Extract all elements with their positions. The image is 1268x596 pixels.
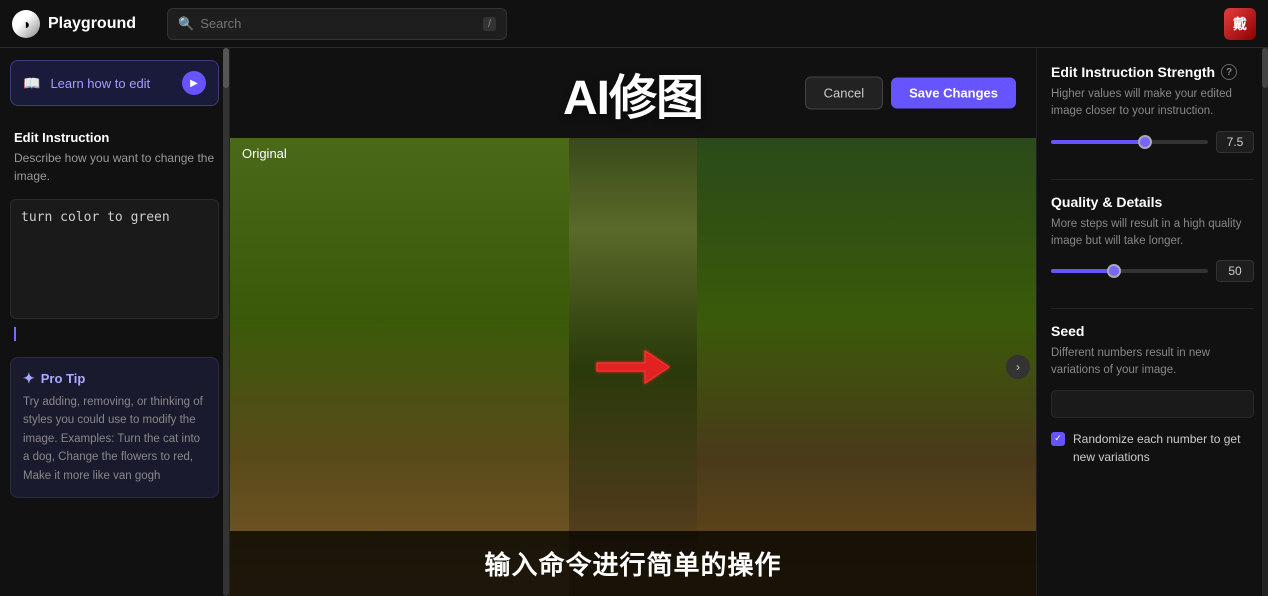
edit-instruction-section: Edit Instruction Describe how you want t…	[0, 118, 229, 191]
seed-title: Seed	[1051, 323, 1084, 339]
pro-tip-box: ✦ Pro Tip Try adding, removing, or think…	[10, 357, 219, 498]
edit-instruction-desc: Describe how you want to change the imag…	[14, 149, 215, 185]
left-scrollbar-thumb	[223, 48, 229, 88]
center-top-bar: AI修图 Cancel Save Changes	[230, 48, 1036, 138]
edit-strength-info-icon[interactable]: ?	[1221, 64, 1237, 80]
quality-title: Quality & Details	[1051, 194, 1162, 210]
right-scrollbar-thumb	[1262, 48, 1268, 88]
quality-slider-thumb[interactable]	[1107, 264, 1121, 278]
direction-arrow	[593, 337, 673, 397]
moto-right-bg	[697, 138, 1036, 596]
logo-area: ◑ Playground	[12, 10, 167, 38]
right-scrollbar-track	[1262, 48, 1268, 596]
cursor-indicator	[14, 327, 16, 341]
right-sidebar: Edit Instruction Strength ? Higher value…	[1036, 48, 1268, 596]
edit-strength-section: Edit Instruction Strength ? Higher value…	[1051, 64, 1254, 153]
edit-strength-title: Edit Instruction Strength	[1051, 64, 1215, 80]
pro-tip-text: Try adding, removing, or thinking of sty…	[23, 393, 206, 485]
edit-strength-slider-row: 7.5	[1051, 131, 1254, 153]
edit-strength-slider-fill	[1051, 140, 1145, 144]
nav-right: 戴	[1224, 8, 1256, 40]
left-scrollbar-track	[223, 48, 229, 596]
logo-text: Playground	[48, 15, 136, 33]
main-layout: 📖 Learn how to edit ▶ Edit Instruction D…	[0, 48, 1268, 596]
divider-1	[1051, 179, 1254, 180]
edit-instruction-title: Edit Instruction	[14, 130, 215, 145]
divider-2	[1051, 308, 1254, 309]
moto-left-bg	[230, 138, 569, 596]
search-slash: /	[483, 17, 496, 31]
seed-section: Seed Different numbers result in new var…	[1051, 323, 1254, 466]
edit-strength-value: 7.5	[1216, 131, 1254, 153]
seed-header: Seed	[1051, 323, 1254, 339]
quality-section: Quality & Details More steps will result…	[1051, 194, 1254, 283]
frog-left	[230, 138, 569, 596]
seed-desc: Different numbers result in new variatio…	[1051, 345, 1254, 380]
image-canvas: 输入命令进行简单的操作 ›	[230, 138, 1036, 596]
arrow-container	[569, 138, 698, 596]
edit-strength-header: Edit Instruction Strength ?	[1051, 64, 1254, 80]
randomize-checkbox[interactable]: ✓	[1051, 432, 1065, 446]
edit-instruction-textarea[interactable]: turn color to green	[10, 199, 219, 319]
action-buttons: Cancel Save Changes	[805, 77, 1016, 110]
cancel-button[interactable]: Cancel	[805, 77, 883, 110]
search-input[interactable]	[200, 16, 477, 31]
left-sidebar: 📖 Learn how to edit ▶ Edit Instruction D…	[0, 48, 230, 596]
edit-strength-slider-track[interactable]	[1051, 140, 1208, 144]
sparkle-icon: ✦	[23, 370, 35, 387]
frog-right	[697, 138, 1036, 596]
book-icon: 📖	[23, 75, 40, 92]
topnav: ◑ Playground 🔍 / 戴	[0, 0, 1268, 48]
seed-input[interactable]	[1051, 390, 1254, 418]
learn-btn-label: Learn how to edit	[50, 76, 150, 91]
avatar: 戴	[1224, 8, 1256, 40]
page-title: AI修图	[563, 58, 703, 128]
search-icon: 🔍	[178, 16, 194, 32]
center-area: AI修图 Cancel Save Changes Original	[230, 48, 1036, 596]
edit-strength-slider-thumb[interactable]	[1138, 135, 1152, 149]
randomize-row: ✓ Randomize each number to get new varia…	[1051, 430, 1254, 466]
image-area: Original	[230, 138, 1036, 596]
chevron-right-button[interactable]: ›	[1006, 355, 1030, 379]
original-label: Original	[242, 146, 287, 161]
save-changes-button[interactable]: Save Changes	[891, 78, 1016, 109]
quality-header: Quality & Details	[1051, 194, 1254, 210]
pro-tip-title: Pro Tip	[41, 371, 86, 386]
quality-desc: More steps will result in a high quality…	[1051, 216, 1254, 251]
frog-scene: 输入命令进行简单的操作	[230, 138, 1036, 596]
logo-icon: ◑	[12, 10, 40, 38]
subtitle-overlay: 输入命令进行简单的操作	[230, 531, 1036, 596]
pro-tip-header: ✦ Pro Tip	[23, 370, 206, 387]
quality-slider-row: 50	[1051, 260, 1254, 282]
search-bar[interactable]: 🔍 /	[167, 8, 507, 40]
randomize-label: Randomize each number to get new variati…	[1073, 430, 1254, 466]
quality-value: 50	[1216, 260, 1254, 282]
play-icon: ▶	[182, 71, 206, 95]
edit-strength-desc: Higher values will make your edited imag…	[1051, 86, 1254, 121]
subtitle-text: 输入命令进行简单的操作	[484, 550, 781, 580]
learn-how-to-edit-button[interactable]: 📖 Learn how to edit ▶	[10, 60, 219, 106]
quality-slider-track[interactable]	[1051, 269, 1208, 273]
quality-slider-fill	[1051, 269, 1114, 273]
